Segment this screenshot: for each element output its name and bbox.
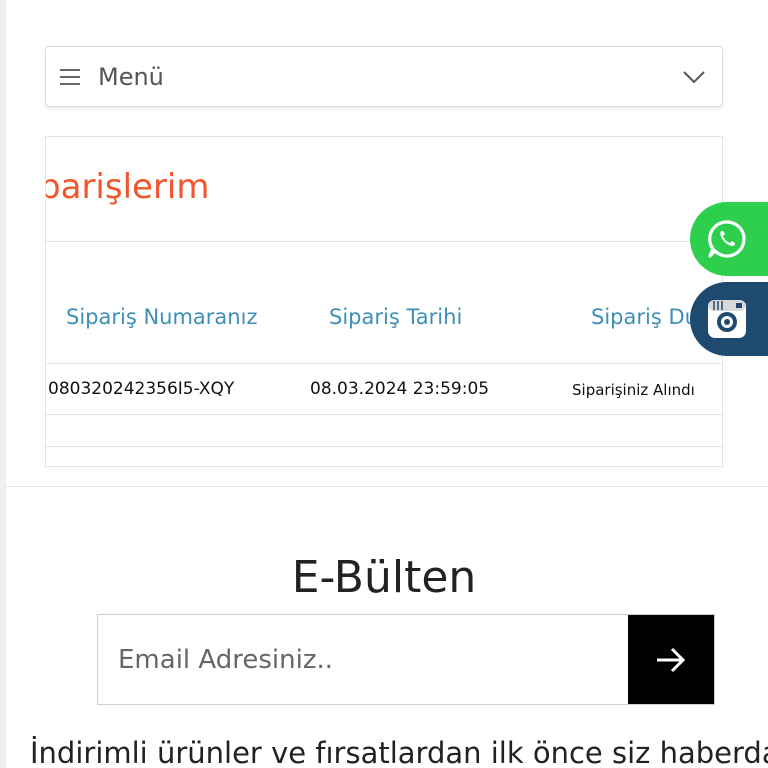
newsletter-form <box>97 614 715 705</box>
newsletter-promo-text: İndirimli ürünler ve fırsatlardan ilk ön… <box>30 736 768 768</box>
divider <box>46 241 722 242</box>
page-title: Siparişlerim <box>46 167 210 207</box>
column-header-order-date: Sipariş Tarihi <box>329 305 463 329</box>
arrow-right-icon <box>657 647 686 672</box>
order-status: Siparişiniz Alındı <box>572 381 695 399</box>
whatsapp-button[interactable] <box>690 202 768 276</box>
menu-label: Menü <box>98 62 164 91</box>
menu-dropdown[interactable]: Menü <box>45 46 723 107</box>
hamburger-icon <box>60 68 80 85</box>
divider <box>46 414 722 415</box>
divider <box>46 363 722 364</box>
orders-table-card: Siparişlerim Sipariş Numaranız Sipariş T… <box>45 136 723 467</box>
column-header-order-number: Sipariş Numaranız <box>66 305 258 329</box>
order-number: 080320242356I5-XQY <box>48 379 235 399</box>
newsletter-title: E-Bülten <box>291 552 477 603</box>
divider <box>46 446 722 447</box>
whatsapp-icon <box>708 220 746 258</box>
instagram-icon <box>708 300 746 338</box>
instagram-button[interactable] <box>690 282 768 356</box>
order-date: 08.03.2024 23:59:05 <box>310 379 490 399</box>
email-input[interactable] <box>98 615 628 704</box>
chevron-down-icon <box>683 71 705 84</box>
subscribe-button[interactable] <box>628 615 714 704</box>
